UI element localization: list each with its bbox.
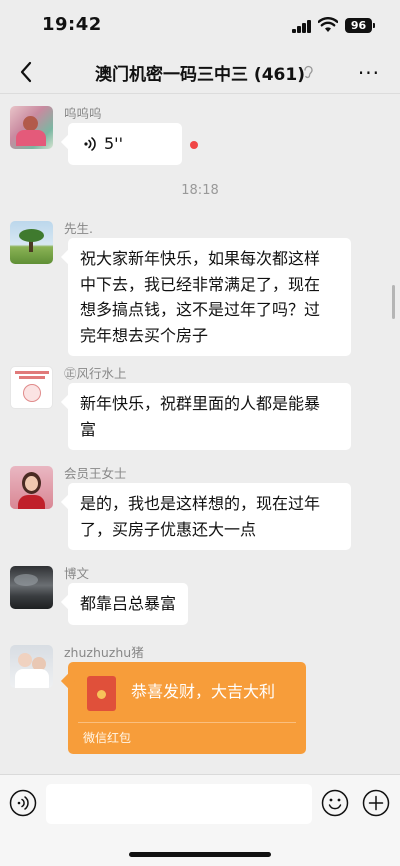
red-packet-icon [87, 676, 116, 711]
voice-message-bubble[interactable]: 5'' [68, 123, 182, 165]
sender-name: 博文 [64, 566, 90, 581]
avatar[interactable] [10, 221, 53, 264]
chat-title: 澳门机密一码三中三 (461) [95, 65, 305, 85]
battery-indicator: 96 [345, 18, 375, 33]
sender-name: ㊣风行水上 [64, 366, 127, 381]
red-packet-label: 微信红包 [83, 731, 132, 745]
ear-icon [304, 65, 313, 79]
red-packet-card[interactable]: 恭喜发财，大吉大利 微信红包 [68, 662, 306, 754]
chat-header: 澳门机密一码三中三 (461) ··· [0, 50, 400, 94]
cellular-signal-icon [292, 20, 312, 33]
sender-name: zhuzhuzhu猪 [64, 645, 144, 660]
message-line: 富 [80, 419, 97, 439]
message-line: 完年想去买个房子 [80, 325, 209, 345]
message-line: 想多搞点钱，这不是过年了吗？过 [80, 300, 321, 319]
message-line: 是的，我也是这样想的，现在过年 [80, 494, 321, 513]
sender-name: 会员王女士 [64, 466, 127, 481]
message-input[interactable] [46, 784, 312, 824]
avatar[interactable] [10, 106, 53, 149]
back-icon[interactable] [14, 58, 38, 86]
wifi-icon [318, 17, 338, 32]
message-line: 新年快乐，祝群里面的人都是能暴 [80, 394, 321, 413]
unread-dot [190, 141, 198, 149]
avatar[interactable] [10, 366, 53, 409]
emoji-icon[interactable] [321, 789, 349, 817]
message-line: 祝大家新年快乐，如果每次都这样 [80, 249, 321, 268]
message-line: 中下去，我已经非常满足了，现在 [80, 274, 321, 294]
red-packet-title: 恭喜发财，大吉大利 [131, 682, 276, 701]
plus-icon[interactable] [362, 789, 390, 817]
home-indicator[interactable] [129, 852, 271, 857]
voice-duration: 5'' [104, 134, 123, 153]
sender-name: 先生. [64, 221, 93, 236]
avatar[interactable] [10, 645, 53, 688]
divider [78, 722, 296, 723]
status-bar: 19:42 96 [0, 0, 400, 50]
message-bubble[interactable]: 新年快乐，祝群里面的人都是能暴 富 [68, 383, 351, 450]
scrollbar[interactable] [392, 285, 395, 319]
message-line: 了，买房子优惠还大一点 [80, 519, 257, 539]
voice-wave-icon [84, 137, 96, 151]
avatar[interactable] [10, 566, 53, 609]
avatar[interactable] [10, 466, 53, 509]
message-bubble[interactable]: 祝大家新年快乐，如果每次都这样 中下去，我已经非常满足了，现在 想多搞点钱，这不… [68, 238, 351, 356]
status-time: 19:42 [42, 14, 102, 35]
message-voice: 呜呜呜 5'' [0, 106, 400, 168]
sender-name: 呜呜呜 [64, 106, 102, 121]
message-bubble[interactable]: 是的，我也是这样想的，现在过年 了，买房子优惠还大一点 [68, 483, 351, 550]
timestamp: 18:18 [181, 183, 219, 198]
message-bubble[interactable]: 都靠吕总暴富 [68, 583, 189, 625]
voice-input-icon[interactable] [9, 789, 37, 817]
message-line: 都靠吕总暴富 [80, 594, 177, 613]
more-icon[interactable]: ··· [358, 61, 380, 85]
